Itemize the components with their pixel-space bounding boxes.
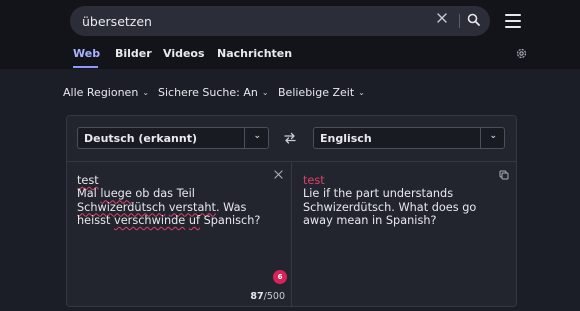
flagged-word[interactable]: Schwizerdütsch bbox=[77, 201, 165, 214]
source-line: Schwizerdütsch verstaht. Was bbox=[77, 200, 247, 214]
translation-line: Lie if the part understands bbox=[303, 187, 454, 201]
hamburger-menu-icon[interactable] bbox=[505, 14, 521, 28]
target-language-label: Englisch bbox=[320, 132, 372, 145]
safe-search-label: Sichere Suche: An bbox=[158, 86, 258, 99]
language-row: Deutsch (erkannt) ⌄ Englisch ⌄ bbox=[67, 116, 516, 162]
target-language-select[interactable]: Englisch ⌄ bbox=[313, 127, 505, 149]
translation-title: test bbox=[303, 174, 325, 187]
source-line: Mal luege ob das Teil bbox=[77, 187, 195, 201]
time-filter[interactable]: Beliebige Zeit ⌄ bbox=[278, 86, 365, 99]
swap-arrows-icon[interactable] bbox=[283, 131, 297, 145]
translation-line: Schwizerdütsch. What does go bbox=[303, 200, 477, 214]
chevron-down-icon: ⌄ bbox=[489, 131, 497, 141]
flagged-word[interactable]: verstaht bbox=[169, 201, 216, 214]
top-header: Web Bilder Videos Nachrichten bbox=[0, 0, 580, 69]
flagged-word[interactable]: verschwinde bbox=[114, 214, 185, 227]
flagged-word[interactable]: test bbox=[77, 174, 99, 187]
source-language-select[interactable]: Deutsch (erkannt) ⌄ bbox=[77, 127, 269, 149]
flagged-word[interactable]: uf bbox=[189, 214, 200, 227]
search-divider bbox=[459, 14, 460, 28]
source-language-label: Deutsch (erkannt) bbox=[84, 132, 198, 145]
translation-line: away mean in Spanish? bbox=[303, 213, 437, 227]
flagged-word[interactable]: luege bbox=[100, 187, 131, 200]
error-count-badge[interactable]: 6 bbox=[273, 270, 287, 284]
chevron-down-icon: ⌄ bbox=[261, 88, 269, 97]
source-line: test bbox=[77, 174, 272, 187]
source-line: heisst verschwinde uf Spanisch? bbox=[77, 213, 261, 227]
translation-output: test Lie if the part understands Schwize… bbox=[303, 174, 508, 227]
column-divider bbox=[291, 162, 292, 306]
tab-web[interactable]: Web bbox=[73, 47, 100, 60]
search-input[interactable] bbox=[82, 6, 422, 36]
tab-bilder[interactable]: Bilder bbox=[115, 47, 152, 60]
chevron-down-icon: ⌄ bbox=[358, 88, 365, 97]
region-filter[interactable]: Alle Regionen ⌄ bbox=[63, 86, 149, 99]
filter-bar: Alle Regionen ⌄ Sichere Suche: An ⌄ Belieb… bbox=[0, 86, 580, 100]
active-tab-indicator bbox=[73, 66, 98, 68]
close-icon[interactable] bbox=[436, 12, 448, 24]
select-divider bbox=[480, 128, 481, 148]
source-textarea[interactable]: test Mal luege ob das Teil Schwizerdütsch … bbox=[77, 174, 272, 227]
search-icon[interactable] bbox=[467, 13, 480, 26]
select-divider bbox=[244, 128, 245, 148]
region-filter-label: Alle Regionen bbox=[63, 86, 139, 99]
chevron-down-icon: ⌄ bbox=[253, 131, 261, 141]
translator-panel: Deutsch (erkannt) ⌄ Englisch ⌄ test Mal l… bbox=[66, 115, 517, 307]
character-limit: /500 bbox=[263, 291, 285, 302]
character-counter: 87/500 bbox=[237, 291, 285, 302]
copy-icon[interactable] bbox=[499, 170, 509, 180]
time-filter-label: Beliebige Zeit bbox=[278, 86, 355, 99]
character-count: 87 bbox=[250, 291, 264, 302]
safe-search-filter[interactable]: Sichere Suche: An ⌄ bbox=[158, 86, 269, 99]
close-icon[interactable] bbox=[274, 170, 283, 179]
tab-nachrichten[interactable]: Nachrichten bbox=[217, 47, 292, 60]
search-bar bbox=[70, 6, 490, 36]
gear-icon[interactable] bbox=[515, 47, 528, 60]
tab-videos[interactable]: Videos bbox=[163, 47, 205, 60]
chevron-down-icon: ⌄ bbox=[142, 88, 150, 97]
